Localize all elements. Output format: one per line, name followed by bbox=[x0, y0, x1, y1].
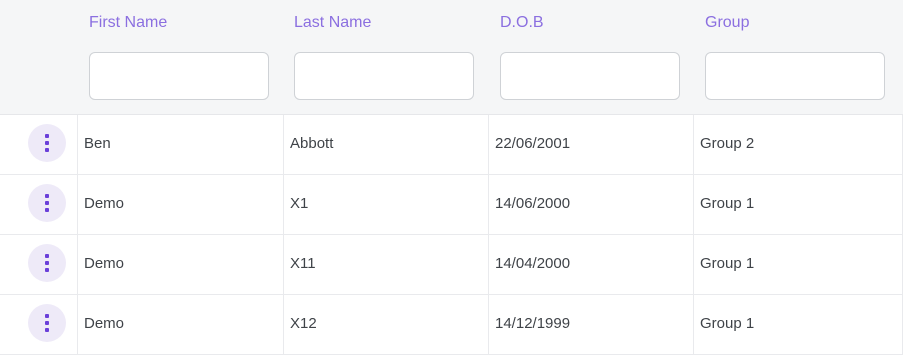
cell-group: Group 1 bbox=[693, 175, 903, 234]
cell-group: Group 2 bbox=[693, 115, 903, 174]
filter-dob-input[interactable] bbox=[500, 52, 680, 100]
more-vertical-icon bbox=[45, 134, 49, 152]
column-header-dob[interactable]: D.O.B bbox=[500, 14, 544, 32]
more-vertical-icon bbox=[45, 194, 49, 212]
data-grid: First Name Last Name D.O.B Group Ben Abb… bbox=[0, 0, 903, 360]
cell-dob: 14/06/2000 bbox=[488, 175, 693, 234]
cell-dob: 14/04/2000 bbox=[488, 235, 693, 294]
cell-group: Group 1 bbox=[693, 295, 903, 354]
row-actions-button[interactable] bbox=[28, 124, 66, 162]
column-header-last-name[interactable]: Last Name bbox=[294, 14, 371, 32]
cell-last-name: X1 bbox=[283, 175, 488, 234]
more-vertical-icon bbox=[45, 314, 49, 332]
column-header-first-name[interactable]: First Name bbox=[89, 14, 167, 32]
table-row: Demo X1 14/06/2000 Group 1 bbox=[0, 175, 903, 235]
cell-first-name: Ben bbox=[77, 115, 283, 174]
table-row: Demo X12 14/12/1999 Group 1 bbox=[0, 295, 903, 355]
column-header-group[interactable]: Group bbox=[705, 14, 749, 32]
grid-body: Ben Abbott 22/06/2001 Group 2 Demo X1 14… bbox=[0, 115, 903, 355]
row-actions-button[interactable] bbox=[28, 184, 66, 222]
cell-dob: 22/06/2001 bbox=[488, 115, 693, 174]
filter-first-name-input[interactable] bbox=[89, 52, 269, 100]
cell-first-name: Demo bbox=[77, 175, 283, 234]
cell-group: Group 1 bbox=[693, 235, 903, 294]
cell-first-name: Demo bbox=[77, 235, 283, 294]
cell-last-name: X12 bbox=[283, 295, 488, 354]
row-actions-button[interactable] bbox=[28, 244, 66, 282]
table-row: Demo X11 14/04/2000 Group 1 bbox=[0, 235, 903, 295]
cell-last-name: X11 bbox=[283, 235, 488, 294]
cell-dob: 14/12/1999 bbox=[488, 295, 693, 354]
table-row: Ben Abbott 22/06/2001 Group 2 bbox=[0, 115, 903, 175]
cell-last-name: Abbott bbox=[283, 115, 488, 174]
filter-last-name-input[interactable] bbox=[294, 52, 474, 100]
cell-first-name: Demo bbox=[77, 295, 283, 354]
more-vertical-icon bbox=[45, 254, 49, 272]
filter-group-input[interactable] bbox=[705, 52, 885, 100]
grid-header: First Name Last Name D.O.B Group bbox=[0, 0, 903, 115]
row-actions-button[interactable] bbox=[28, 304, 66, 342]
